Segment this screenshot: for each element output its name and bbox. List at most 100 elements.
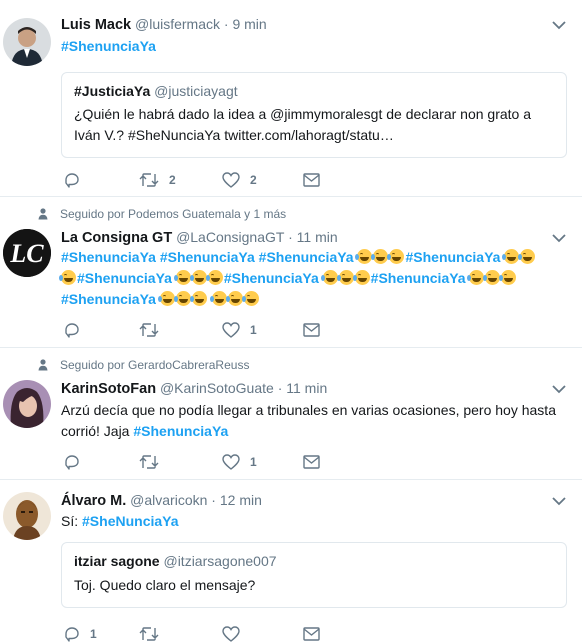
retweet-icon — [139, 323, 159, 337]
laughing-emoji-icon — [336, 270, 354, 285]
timestamp[interactable]: 9 min — [232, 16, 266, 32]
reply-count: 1 — [90, 627, 97, 641]
hashtag-link[interactable]: #ShenunciaYa — [133, 423, 228, 439]
retweet-icon — [139, 627, 159, 641]
quoted-text-line-1: ¿Quién le habrá dado la idea a @jimmymor… — [74, 106, 532, 122]
context-text[interactable]: Seguido por GerardoCabreraReuss — [60, 358, 249, 372]
avatar[interactable] — [3, 18, 51, 66]
message-icon — [303, 627, 320, 641]
avatar[interactable]: LC — [3, 229, 51, 277]
quoted-header: itziar sagone @itziarsagone007 — [74, 553, 277, 569]
hashtag-link[interactable]: #ShenunciaYa — [259, 249, 354, 265]
quoted-name: #JusticiaYa — [74, 83, 151, 99]
hashtag-link[interactable]: #ShenunciaYa — [405, 249, 500, 265]
timestamp[interactable]: 11 min — [286, 380, 327, 396]
hashtag-link[interactable]: #ShenunciaYa — [160, 249, 255, 265]
context-text[interactable]: Seguido por Podemos Guatemala y 1 más — [60, 207, 286, 221]
retweet-button[interactable] — [139, 452, 159, 472]
retweet-count: 2 — [169, 173, 176, 187]
laughing-emoji-icon — [355, 249, 373, 264]
separator: · — [223, 16, 229, 32]
svg-text:LC: LC — [9, 239, 44, 268]
timestamp[interactable]: 11 min — [297, 229, 338, 245]
laughing-emoji-icon — [320, 270, 338, 285]
chevron-down-icon[interactable] — [552, 20, 566, 30]
like-button[interactable]: 2 — [222, 170, 257, 190]
social-context: Seguido por GerardoCabreraReuss — [36, 358, 249, 372]
message-button[interactable] — [303, 624, 320, 644]
reply-icon — [65, 323, 79, 338]
reply-button[interactable] — [64, 320, 80, 340]
reply-button[interactable]: 1 — [64, 624, 97, 644]
tweet-1[interactable]: Luis Mack @luisfermack · 9 min #Shenunci… — [0, 0, 582, 197]
laughing-emoji-icon — [371, 249, 389, 264]
message-button[interactable] — [303, 320, 320, 340]
chevron-down-icon[interactable] — [552, 384, 566, 394]
laughing-emoji-icon — [205, 270, 223, 285]
display-name[interactable]: La Consigna GT — [61, 230, 172, 246]
retweet-button[interactable] — [139, 624, 159, 644]
timestamp[interactable]: 12 min — [220, 492, 262, 508]
reply-button[interactable] — [64, 170, 80, 190]
laughing-emoji-icon — [387, 249, 405, 264]
hashtag-link[interactable]: #ShenunciaYa — [77, 270, 172, 286]
text-line: #ShenunciaYa — [61, 289, 561, 310]
reply-icon — [65, 455, 79, 470]
retweet-icon — [139, 455, 159, 469]
tweet-header: KarinSotoFan @KarinSotoGuate · 11 min — [61, 380, 327, 397]
tweet-4[interactable]: Álvaro M. @alvaricokn · 12 min Sí: #SheN… — [0, 480, 582, 642]
quoted-tweet[interactable]: itziar sagone @itziarsagone007 Toj. Qued… — [61, 542, 567, 608]
chevron-down-icon[interactable] — [552, 496, 566, 506]
message-icon — [303, 455, 320, 469]
like-icon — [222, 172, 240, 188]
tweet-actions: 1 — [61, 452, 361, 472]
like-button[interactable] — [222, 624, 240, 644]
chevron-down-icon[interactable] — [552, 233, 566, 243]
tweet-actions: 2 2 — [61, 170, 361, 190]
display-name[interactable]: Luis Mack — [61, 17, 131, 33]
tweet-text: #ShenunciaYa — [61, 36, 561, 57]
like-count: 2 — [250, 173, 257, 187]
hashtag-link[interactable]: #SheNunciaYa — [82, 513, 179, 529]
separator: · — [288, 229, 293, 245]
like-button[interactable]: 1 — [222, 452, 257, 472]
laughing-emoji-icon — [59, 270, 76, 285]
retweet-button[interactable]: 2 — [139, 170, 176, 190]
retweet-icon — [139, 173, 159, 187]
tweet-2[interactable]: Seguido por Podemos Guatemala y 1 más LC… — [0, 197, 582, 348]
user-handle[interactable]: @LaConsignaGT — [176, 229, 284, 245]
message-button[interactable] — [303, 170, 320, 190]
hashtag-link[interactable]: #ShenunciaYa — [61, 38, 156, 54]
display-name[interactable]: Álvaro M. — [61, 493, 126, 509]
tweet-text: Arzú decía que no podía llegar a tribuna… — [61, 400, 561, 442]
message-button[interactable] — [303, 452, 320, 472]
message-icon — [303, 323, 320, 337]
quoted-tweet[interactable]: #JusticiaYa @justiciayagt ¿Quién le habr… — [61, 72, 567, 158]
tweet-actions: 1 — [61, 320, 361, 340]
laughing-emoji-icon — [209, 291, 227, 306]
hashtag-link[interactable]: #ShenunciaYa — [224, 270, 319, 286]
user-handle[interactable]: @alvaricokn — [130, 492, 207, 508]
tweet-text: Sí: #SheNunciaYa — [61, 511, 561, 532]
laughing-emoji-icon — [173, 270, 191, 285]
tweet-3[interactable]: Seguido por GerardoCabreraReuss KarinSot… — [0, 348, 582, 480]
display-name[interactable]: KarinSotoFan — [61, 381, 156, 397]
retweet-button[interactable] — [139, 320, 159, 340]
avatar[interactable] — [3, 380, 51, 428]
laughing-emoji-icon — [225, 291, 243, 306]
avatar[interactable] — [3, 492, 51, 540]
laughing-emoji-icon — [173, 291, 191, 306]
hashtag-link[interactable]: #ShenunciaYa — [61, 249, 156, 265]
like-icon — [222, 322, 240, 338]
laughing-emoji-icon — [499, 270, 517, 285]
like-button[interactable]: 1 — [222, 320, 257, 340]
separator: · — [277, 380, 283, 396]
hashtag-link[interactable]: #ShenunciaYa — [61, 291, 156, 307]
like-count: 1 — [250, 455, 257, 469]
user-handle[interactable]: @KarinSotoGuate — [160, 380, 274, 396]
text-line: #ShenunciaYa #ShenunciaYa #ShenunciaYa #… — [61, 247, 561, 268]
reply-button[interactable] — [64, 452, 80, 472]
quoted-handle: @justiciayagt — [154, 83, 238, 99]
user-handle[interactable]: @luisfermack — [135, 16, 220, 32]
hashtag-link[interactable]: #ShenunciaYa — [371, 270, 466, 286]
